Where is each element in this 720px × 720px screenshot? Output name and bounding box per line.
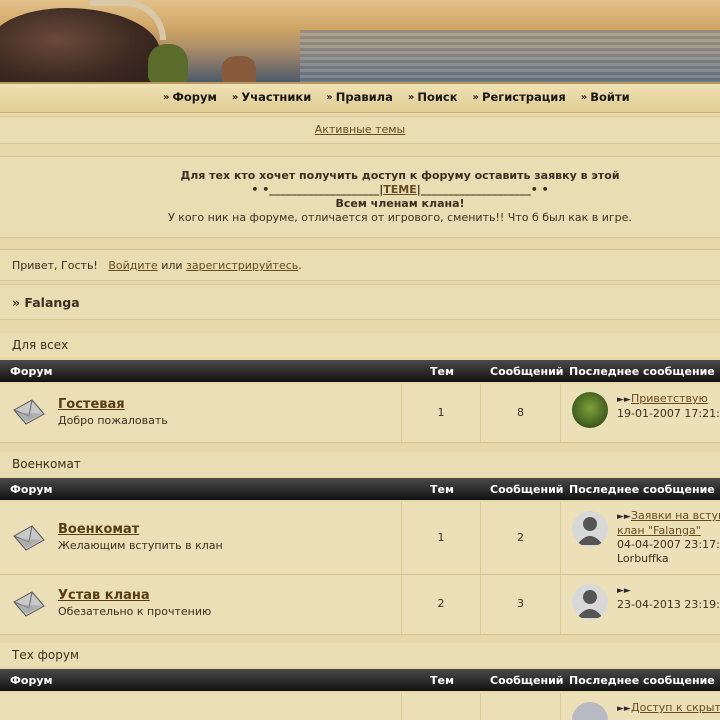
forum-link[interactable]: Военкомат [58,522,139,537]
nav-item-search[interactable]: » Поиск [408,90,458,104]
forum-description: Желающим вступить в клан [58,539,223,552]
category-title: Военкомат [0,452,720,476]
category-title: Для всех [0,333,720,357]
avatar[interactable] [572,511,608,547]
forum-description: Добро пожаловать [58,414,168,427]
col-topics: Тем [430,483,454,496]
forum-description: Обезательно к прочтению [58,605,212,618]
goto-post-icon[interactable]: ►► [617,584,631,598]
double-chevron-icon: » [580,91,588,103]
col-last: Последнее сообщение [569,674,715,687]
announcement-line-3: Всем членам клана! [335,197,465,210]
forum-envelope-icon [13,399,45,425]
col-posts: Сообщений [490,674,564,687]
goto-post-icon[interactable]: ►► [617,510,631,524]
table-header: Форум Тем Сообщений Последнее сообщение [0,478,720,500]
nav-item-forum[interactable]: » Форум [163,90,217,104]
col-posts: Сообщений [490,365,564,378]
nav-item-register[interactable]: » Регистрация [473,90,566,104]
main-nav: » Форум » Участники » Правила » Поиск » Регис… [0,82,720,113]
header-banner [0,0,720,82]
greeting-or: или [161,259,183,272]
avatar[interactable] [572,584,608,620]
last-post-date: 23-04-2013 23:19: [617,598,720,611]
double-chevron-icon: » [472,91,480,103]
forum-envelope-icon [13,525,45,551]
active-topics-link[interactable]: Активные темы [315,123,406,136]
col-forum: Форум [10,674,53,687]
col-topics: Тем [430,674,454,687]
announcement-line-4: У кого ник на форуме, отличается от игро… [168,211,632,224]
register-link[interactable]: зарегистрируйтесь [186,259,298,272]
active-topics-panel: Активные темы [0,116,720,144]
post-count: 2 [517,531,524,544]
topic-link[interactable]: ТЕМЕ [383,183,416,196]
col-topics: Тем [430,365,454,378]
banner-orc-figure [148,44,188,82]
default-user-icon [577,590,603,618]
last-post-link[interactable]: Заявки на вступ [631,509,720,522]
forum-envelope-icon [13,591,45,617]
breadcrumb: » Falanga [0,284,720,320]
avatar[interactable] [572,392,608,428]
announcement-panel: Для тех кто хочет получить доступ к фору… [0,156,720,238]
double-chevron-icon: » [231,91,239,103]
table-header: Форум Тем Сообщений Последнее сообщение [0,360,720,382]
last-post-link[interactable]: Доступ к скрыт [631,701,720,714]
col-last: Последнее сообщение [569,365,715,378]
forum-link[interactable]: Гостевая [58,397,125,412]
last-post-date: 04-04-2007 23:17: [617,538,720,551]
double-chevron-icon: » [407,91,415,103]
greeting-panel: Привет, Гость! Войдите или зарегистрируй… [0,249,720,281]
banner-human-figure [222,56,256,82]
table-header: Форум Тем Сообщений Последнее сообщение [0,669,720,691]
forum-row: ►►Доступ к скрыт [0,693,720,720]
col-posts: Сообщений [490,483,564,496]
forum-row: Военкомат Желающим вступить в клан 1 2 ►… [0,502,720,575]
col-forum: Форум [10,365,53,378]
forum-link[interactable]: Устав клана [58,588,150,603]
nav-item-login[interactable]: » Войти [581,90,630,104]
avatar[interactable] [572,702,608,720]
greeting-text: Привет, Гость! [12,259,98,272]
col-last: Последнее сообщение [569,483,715,496]
login-link[interactable]: Войдите [108,259,157,272]
nav-item-members[interactable]: » Участники [232,90,311,104]
post-count: 3 [517,597,524,610]
announcement-line-1: Для тех кто хочет получить доступ к фору… [180,169,620,182]
col-forum: Форум [10,483,53,496]
goto-post-icon[interactable]: ►► [617,393,631,407]
double-chevron-icon: » [326,91,333,103]
default-user-icon [577,517,603,545]
post-count: 8 [517,406,524,419]
nav-item-rules[interactable]: » Правила [326,90,393,104]
forum-row: Устав клана Обезательно к прочтению 2 3 … [0,575,720,635]
goto-post-icon[interactable]: ►► [617,702,631,716]
last-post-author: Lorbuffka [617,552,669,565]
topic-count: 2 [437,597,445,610]
last-post-date: 19-01-2007 17:21: [617,407,720,420]
forum-row: Гостевая Добро пожаловать 1 8 ►►Приветст… [0,384,720,443]
announcement-line-2: • •____________________|ТЕМЕ|___________… [251,183,549,196]
last-post-link-cont[interactable]: клан "Falanga" [617,524,701,537]
double-chevron-icon: » [163,91,170,103]
last-post-link[interactable]: Приветствую [631,392,708,405]
topic-count: 1 [437,531,445,544]
topic-count: 1 [437,406,445,419]
banner-stripes [300,30,720,82]
category-title: Тех форум [0,643,720,667]
